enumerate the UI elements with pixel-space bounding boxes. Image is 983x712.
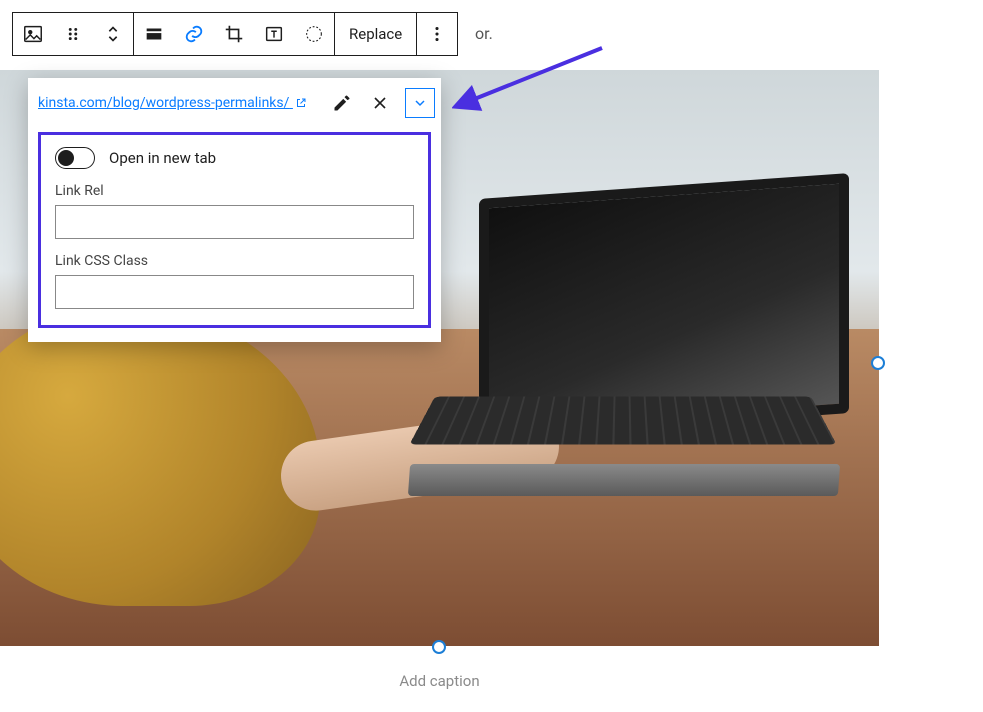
link-settings-popover: kinsta.com/blog/wordpress-permalinks/ Op… [28,78,441,342]
more-options-icon[interactable] [417,13,457,55]
replace-button[interactable]: Replace [335,13,416,55]
image-caption-input[interactable]: Add caption [0,672,879,690]
link-settings-toggle[interactable] [405,88,435,118]
link-advanced-settings: Open in new tab Link Rel Link CSS Class [38,132,431,328]
external-link-icon [295,97,307,109]
link-rel-label: Link Rel [55,183,414,199]
link-url[interactable]: kinsta.com/blog/wordpress-permalinks/ [38,95,321,111]
link-css-class-label: Link CSS Class [55,253,414,269]
resize-handle-right[interactable] [871,356,885,370]
text-overlay-icon[interactable] [254,13,294,55]
drag-handle-icon[interactable] [53,13,93,55]
open-new-tab-label: Open in new tab [109,149,216,167]
move-updown-icon[interactable] [93,13,133,55]
open-new-tab-toggle[interactable] [55,147,95,169]
block-type-image-icon[interactable] [13,13,53,55]
pencil-icon [332,93,352,113]
remove-link-button[interactable] [363,86,397,120]
link-rel-input[interactable] [55,205,414,239]
crop-icon[interactable] [214,13,254,55]
resize-handle-bottom[interactable] [432,640,446,654]
link-url-text: kinsta.com/blog/wordpress-permalinks/ [38,95,289,111]
replace-label: Replace [349,25,402,43]
block-toolbar: Replace [12,12,458,56]
paragraph-fragment: or. [475,24,493,43]
link-icon[interactable] [174,13,214,55]
close-icon [370,93,390,113]
chevron-down-icon [412,95,428,111]
link-css-class-input[interactable] [55,275,414,309]
edit-link-button[interactable] [325,86,359,120]
duotone-icon[interactable] [294,13,334,55]
align-icon[interactable] [134,13,174,55]
